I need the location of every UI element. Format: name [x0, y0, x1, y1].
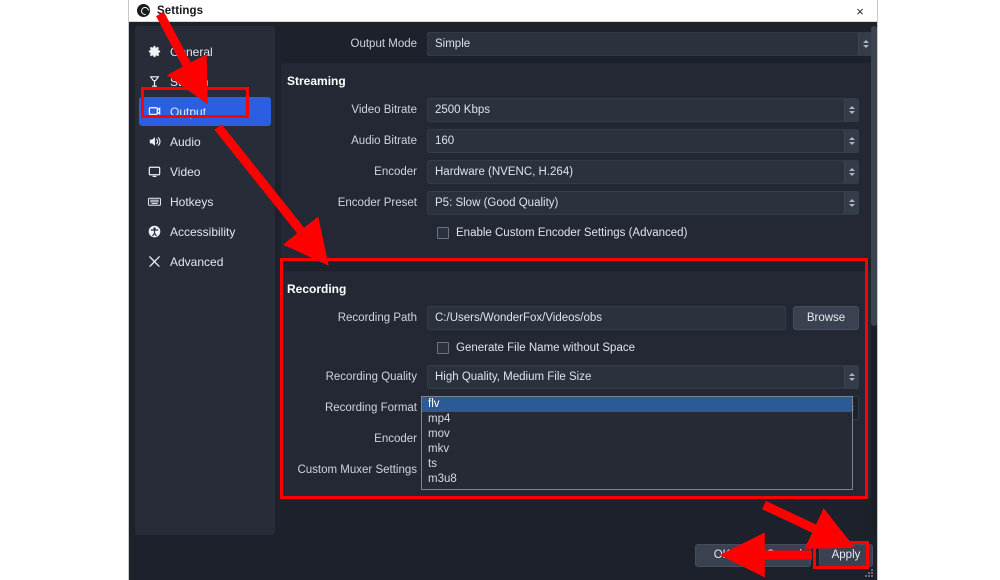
video-bitrate-spinner-icon[interactable] — [844, 99, 858, 121]
browse-button[interactable]: Browse — [793, 306, 859, 330]
audio-bitrate-row: Audio Bitrate 160 — [281, 129, 859, 153]
video-bitrate-row: Video Bitrate 2500 Kbps — [281, 98, 859, 122]
window-title: Settings — [157, 4, 204, 17]
encoder-preset-spinner-icon[interactable] — [844, 192, 858, 214]
sidebar-item-label: Video — [170, 164, 201, 179]
recording-path-input[interactable]: C:/Users/WonderFox/Videos/obs — [427, 306, 786, 330]
stream-encoder-spinner-icon[interactable] — [844, 161, 858, 183]
audio-bitrate-value: 160 — [435, 135, 455, 147]
keyboard-icon — [147, 194, 162, 209]
output-mode-select[interactable]: Simple — [427, 32, 873, 56]
output-mode-value: Simple — [435, 38, 471, 50]
dropdown-option-m3u8[interactable]: m3u8 — [422, 472, 852, 487]
output-mode-spinner-icon[interactable] — [858, 33, 872, 55]
recording-quality-spinner-icon[interactable] — [844, 366, 858, 388]
gear-icon — [147, 44, 162, 59]
dialog-footer: OK Cancel Apply — [281, 540, 873, 570]
stream-encoder-select[interactable]: Hardware (NVENC, H.264) — [427, 160, 859, 184]
sidebar-item-output[interactable]: Output — [139, 97, 271, 126]
sidebar-item-advanced[interactable]: Advanced — [139, 247, 271, 276]
dropdown-option-flv[interactable]: flv — [422, 397, 852, 412]
streaming-section: Streaming Video Bitrate 2500 Kbps Audio … — [281, 63, 873, 259]
generate-file-name-label: Generate File Name without Space — [456, 342, 635, 354]
output-mode-label: Output Mode — [350, 38, 417, 50]
sidebar-item-audio[interactable]: Audio — [139, 127, 271, 156]
settings-window: Settings × General Stream Output Audio V… — [128, 0, 878, 580]
encoder-preset-select[interactable]: P5: Slow (Good Quality) — [427, 191, 859, 215]
sidebar-item-label: Audio — [170, 134, 201, 149]
recording-path-value: C:/Users/WonderFox/Videos/obs — [435, 312, 603, 324]
recording-format-dropdown[interactable]: flv mp4 mov mkv ts m3u8 — [421, 396, 853, 490]
stream-encoder-label: Encoder — [374, 166, 417, 178]
settings-sidebar: General Stream Output Audio Video Hotkey… — [135, 26, 275, 535]
window-titlebar: Settings × — [129, 0, 877, 22]
streaming-heading: Streaming — [287, 74, 346, 88]
video-bitrate-label: Video Bitrate — [351, 104, 417, 116]
video-bitrate-input[interactable]: 2500 Kbps — [427, 98, 859, 122]
stream-encoder-value: Hardware (NVENC, H.264) — [435, 166, 574, 178]
sidebar-item-label: Hotkeys — [170, 194, 214, 209]
output-screen-icon — [147, 104, 162, 119]
recording-path-row: Recording Path C:/Users/WonderFox/Videos… — [281, 306, 859, 330]
custom-encoder-settings-label: Enable Custom Encoder Settings (Advanced… — [456, 227, 688, 239]
accessibility-icon — [147, 224, 162, 239]
recording-path-label: Recording Path — [337, 312, 417, 324]
output-mode-row: Output Mode Simple — [281, 32, 873, 56]
audio-bitrate-select[interactable]: 160 — [427, 129, 859, 153]
encoder-preset-value: P5: Slow (Good Quality) — [435, 197, 559, 209]
recording-quality-label: Recording Quality — [325, 371, 417, 383]
dropdown-option-ts[interactable]: ts — [422, 457, 852, 472]
dropdown-option-mp4[interactable]: mp4 — [422, 412, 852, 427]
recording-heading: Recording — [287, 282, 347, 296]
video-bitrate-value: 2500 Kbps — [435, 104, 490, 116]
ok-button[interactable]: OK — [695, 543, 749, 567]
dropdown-option-mov[interactable]: mov — [422, 427, 852, 442]
custom-muxer-settings-label: Custom Muxer Settings — [297, 464, 417, 476]
sidebar-item-label: Accessibility — [170, 224, 236, 239]
sidebar-item-accessibility[interactable]: Accessibility — [139, 217, 271, 246]
broadcast-icon — [147, 74, 162, 89]
sidebar-item-hotkeys[interactable]: Hotkeys — [139, 187, 271, 216]
audio-bitrate-spinner-icon[interactable] — [844, 130, 858, 152]
stream-encoder-row: Encoder Hardware (NVENC, H.264) — [281, 160, 859, 184]
recording-quality-value: High Quality, Medium File Size — [435, 371, 592, 383]
obs-logo-icon — [137, 4, 150, 17]
cancel-button[interactable]: Cancel — [757, 543, 811, 567]
content-scrollbar[interactable] — [871, 26, 877, 535]
scrollbar-thumb[interactable] — [871, 26, 877, 326]
sidebar-item-video[interactable]: Video — [139, 157, 271, 186]
close-icon[interactable]: × — [847, 2, 873, 20]
custom-encoder-settings-row: Enable Custom Encoder Settings (Advanced… — [281, 222, 859, 244]
generate-file-name-row: Generate File Name without Space — [281, 337, 859, 359]
recording-encoder-label: Encoder — [374, 433, 417, 445]
sidebar-item-label: Output — [170, 104, 207, 119]
sidebar-item-label: Stream — [170, 74, 209, 89]
sidebar-item-general[interactable]: General — [139, 37, 271, 66]
custom-encoder-settings-checkbox[interactable] — [437, 227, 449, 239]
dropdown-option-mkv[interactable]: mkv — [422, 442, 852, 457]
encoder-preset-row: Encoder Preset P5: Slow (Good Quality) — [281, 191, 859, 215]
resize-grip[interactable] — [864, 568, 874, 578]
monitor-icon — [147, 164, 162, 179]
sidebar-item-label: General — [170, 44, 213, 59]
sidebar-item-stream[interactable]: Stream — [139, 67, 271, 96]
recording-quality-select[interactable]: High Quality, Medium File Size — [427, 365, 859, 389]
generate-file-name-checkbox[interactable] — [437, 342, 449, 354]
recording-format-label: Recording Format — [324, 402, 417, 414]
apply-button[interactable]: Apply — [819, 543, 873, 567]
tools-icon — [147, 254, 162, 269]
sidebar-item-label: Advanced — [170, 254, 224, 269]
audio-bitrate-label: Audio Bitrate — [351, 135, 417, 147]
recording-quality-row: Recording Quality High Quality, Medium F… — [281, 365, 859, 389]
screenshot-root: Settings × General Stream Output Audio V… — [0, 0, 1000, 580]
speaker-icon — [147, 134, 162, 149]
encoder-preset-label: Encoder Preset — [337, 197, 417, 209]
